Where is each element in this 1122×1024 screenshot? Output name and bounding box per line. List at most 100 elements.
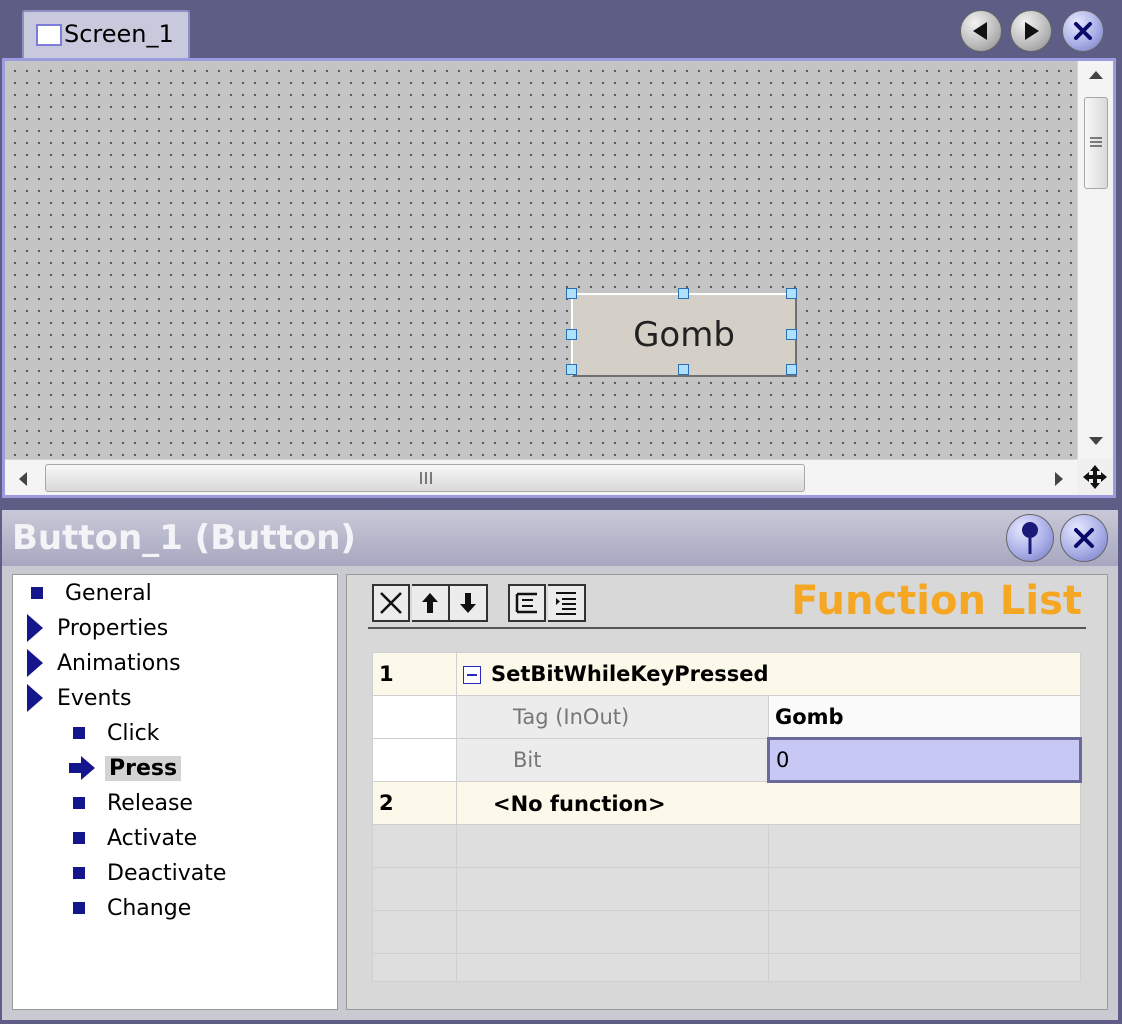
tree-item-deactivate[interactable]: Deactivate xyxy=(69,857,226,889)
function-list-table: 1 SetBitWhileKeyPressed Tag (InOut) Gomb… xyxy=(372,652,1082,982)
indent-button[interactable] xyxy=(548,584,586,622)
resize-handle-e[interactable] xyxy=(786,329,797,340)
empty-cell xyxy=(372,953,457,982)
close-inspector-button[interactable] xyxy=(1060,514,1108,562)
tree-item-change[interactable]: Change xyxy=(69,892,191,924)
tree-item-label: Change xyxy=(107,895,192,921)
indent-icon xyxy=(556,592,576,615)
tree-item-click[interactable]: Click xyxy=(69,717,159,749)
horizontal-scroll-thumb[interactable] xyxy=(45,464,805,492)
selected-arrow-icon xyxy=(69,756,95,780)
expand-arrow-icon[interactable] xyxy=(27,684,43,712)
row-index: 1 xyxy=(372,652,457,696)
table-row[interactable] xyxy=(372,824,1081,868)
resize-handle-ne[interactable] xyxy=(786,288,797,299)
move-arrows-icon xyxy=(1083,465,1107,489)
empty-cell xyxy=(372,695,457,739)
table-row[interactable] xyxy=(372,910,1081,954)
pin-button[interactable] xyxy=(1006,514,1054,562)
screen-tab-label: Screen_1 xyxy=(64,20,174,48)
table-row[interactable]: Bit 0 xyxy=(372,737,1082,783)
screen-canvas[interactable]: Gomb xyxy=(5,61,1077,459)
previous-screen-button[interactable] xyxy=(960,10,1002,52)
resize-handle-sw[interactable] xyxy=(566,364,577,375)
empty-cell xyxy=(768,953,1081,982)
inspector-navigation-tree: General Properties Animations Events Cli… xyxy=(12,574,338,1010)
resize-handle-se[interactable] xyxy=(786,364,797,375)
bullet-icon xyxy=(73,797,85,809)
table-row[interactable] xyxy=(372,953,1081,982)
arrow-down-icon xyxy=(460,593,476,613)
close-icon xyxy=(1074,22,1092,40)
inspector-header: Button_1 (Button) xyxy=(2,510,1118,566)
table-row[interactable]: 2 <No function> xyxy=(372,781,1081,825)
scroll-down-arrow-icon[interactable] xyxy=(1088,435,1104,447)
triangle-right-icon xyxy=(1025,22,1039,40)
resize-handle-s[interactable] xyxy=(678,364,689,375)
triangle-left-icon xyxy=(973,22,987,40)
function-name-cell[interactable]: <No function> xyxy=(456,781,1081,825)
tree-item-general[interactable]: General xyxy=(27,577,152,609)
move-up-button[interactable] xyxy=(412,584,450,622)
toolbar-divider xyxy=(368,627,1086,629)
empty-cell xyxy=(372,824,457,868)
table-row[interactable]: Tag (InOut) Gomb xyxy=(372,695,1081,739)
tree-item-label: Click xyxy=(107,720,160,746)
parameter-name: Tag (InOut) xyxy=(456,695,769,739)
tree-item-animations[interactable]: Animations xyxy=(27,647,181,679)
pushpin-icon xyxy=(1022,522,1038,554)
empty-cell xyxy=(372,910,457,954)
horizontal-scrollbar[interactable] xyxy=(5,459,1077,495)
tree-item-label: Release xyxy=(107,790,193,816)
empty-cell xyxy=(456,953,769,982)
parameter-value-tag[interactable]: Gomb xyxy=(768,695,1081,739)
tree-item-activate[interactable]: Activate xyxy=(69,822,197,854)
inspector-title: Button_1 (Button) xyxy=(12,518,356,558)
close-icon xyxy=(1074,528,1094,548)
tree-item-label: Properties xyxy=(57,615,169,641)
scroll-up-arrow-icon[interactable] xyxy=(1088,69,1104,81)
tree-item-label: Animations xyxy=(57,650,181,676)
scroll-right-arrow-icon[interactable] xyxy=(1053,471,1065,487)
arrow-up-icon xyxy=(422,593,438,613)
tree-item-properties[interactable]: Properties xyxy=(27,612,168,644)
tree-item-label: Activate xyxy=(107,825,198,851)
move-down-button[interactable] xyxy=(450,584,488,622)
close-screen-button[interactable] xyxy=(1062,10,1104,52)
expand-arrow-icon[interactable] xyxy=(27,649,43,677)
empty-cell xyxy=(456,867,769,911)
function-name: <No function> xyxy=(493,791,666,816)
empty-cell xyxy=(456,910,769,954)
delete-function-button[interactable] xyxy=(372,584,410,622)
outdent-icon xyxy=(515,592,537,614)
pan-corner[interactable] xyxy=(1077,459,1113,495)
tree-item-label: Events xyxy=(57,685,132,711)
gomb-button-label: Gomb xyxy=(633,315,735,355)
function-list-title: Function List xyxy=(791,578,1082,624)
screen-tab[interactable]: Screen_1 xyxy=(22,10,190,60)
bullet-icon xyxy=(73,867,85,879)
vertical-scrollbar[interactable] xyxy=(1077,61,1113,459)
resize-handle-n[interactable] xyxy=(678,288,689,299)
parameter-value-bit-input[interactable]: 0 xyxy=(767,737,1082,783)
tree-item-press[interactable]: Press xyxy=(67,752,182,784)
tree-item-release[interactable]: Release xyxy=(69,787,193,819)
function-name-cell[interactable]: SetBitWhileKeyPressed xyxy=(456,652,1081,696)
collapse-icon[interactable] xyxy=(463,666,481,684)
tree-item-events[interactable]: Events xyxy=(27,682,132,714)
vertical-scroll-thumb[interactable] xyxy=(1084,97,1108,189)
screen-editor-frame: Gomb xyxy=(2,58,1116,498)
table-row[interactable] xyxy=(372,867,1081,911)
table-row[interactable]: 1 SetBitWhileKeyPressed xyxy=(372,652,1081,696)
empty-cell xyxy=(768,824,1081,868)
bullet-icon xyxy=(73,832,85,844)
resize-handle-w[interactable] xyxy=(566,329,577,340)
outdent-button[interactable] xyxy=(508,584,546,622)
row-index: 2 xyxy=(372,781,457,825)
empty-cell xyxy=(768,910,1081,954)
resize-handle-nw[interactable] xyxy=(566,288,577,299)
tree-item-label: General xyxy=(65,580,152,606)
expand-arrow-icon[interactable] xyxy=(27,614,43,642)
next-screen-button[interactable] xyxy=(1010,10,1052,52)
scroll-left-arrow-icon[interactable] xyxy=(17,471,29,487)
